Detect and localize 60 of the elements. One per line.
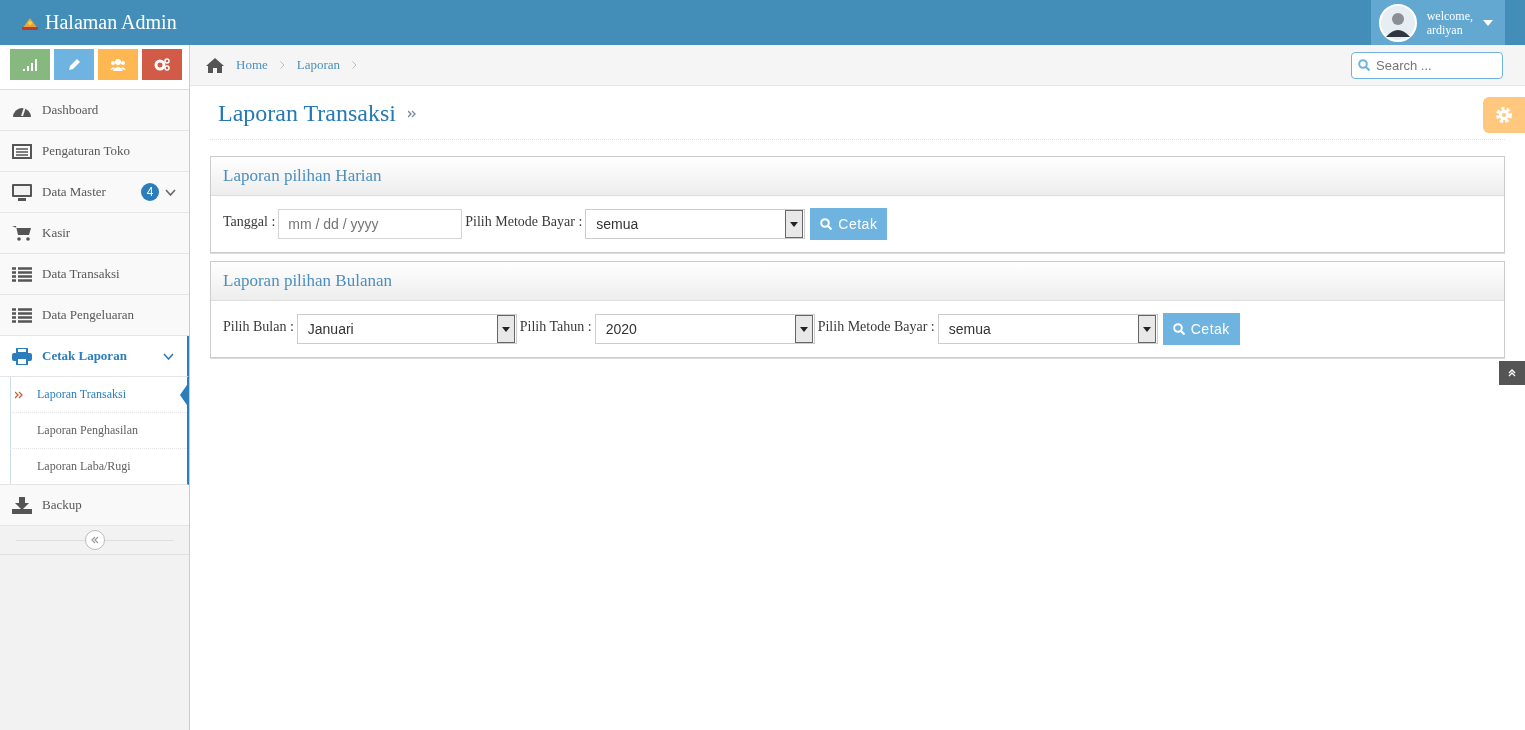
scroll-top-button[interactable]: [1499, 361, 1525, 385]
sidebar-item[interactable]: Pengaturan Toko: [0, 131, 189, 172]
collapse-button[interactable]: [84, 530, 105, 550]
signal-bars-icon: [23, 58, 37, 71]
panel-title: Laporan pilihan Bulanan: [223, 271, 392, 291]
search-icon: [1358, 58, 1370, 71]
shortcut-button[interactable]: [142, 49, 182, 80]
sidebar-item[interactable]: Kasir: [0, 213, 189, 254]
welcome-text: welcome,: [1426, 8, 1473, 23]
monitor-icon: [12, 183, 32, 201]
page-title: Laporan Transaksi: [218, 100, 396, 127]
sidebar-item[interactable]: Data Pengeluaran: [0, 295, 189, 336]
sidebar-item[interactable]: Dashboard: [0, 90, 189, 131]
field-label: Pilih Metode Bayar :: [817, 319, 935, 335]
sidebar-item[interactable]: Backup: [0, 485, 189, 526]
double-chevron-icon: [15, 390, 23, 399]
shortcut-button[interactable]: [98, 49, 138, 80]
list-card-icon: [12, 143, 32, 159]
user-name: ardiyan: [1426, 22, 1464, 37]
download-icon: [12, 496, 32, 514]
double-chevron-icon: [90, 536, 99, 544]
printer-icon: [12, 347, 32, 365]
sidebar-item[interactable]: Data Master 4: [0, 172, 189, 213]
list-icon: [12, 266, 32, 282]
shortcut-button[interactable]: [54, 49, 94, 80]
settings-button[interactable]: [1483, 97, 1525, 133]
select-dropdown[interactable]: semua: [585, 209, 806, 239]
select-dropdown[interactable]: Januari: [296, 314, 517, 344]
panel-title: Laporan pilihan Harian: [223, 166, 382, 186]
double-chevron-icon: [408, 109, 416, 118]
search-icon: [820, 218, 833, 230]
app-title: Halaman Admin: [45, 11, 177, 34]
chevron-icon: [352, 61, 358, 69]
search-icon: [1172, 323, 1185, 335]
submenu-item[interactable]: Laporan Laba/Rugi: [10, 449, 187, 484]
settings-icon: [1494, 105, 1514, 125]
field-label: Pilih Metode Bayar :: [465, 214, 583, 230]
gears-icon: [154, 58, 170, 71]
date-field[interactable]: mm / dd / yyyy: [278, 209, 463, 239]
field-label: Pilih Bulan :: [223, 319, 294, 335]
sidebar-item[interactable]: Data Transaksi: [0, 254, 189, 295]
caret-icon: [1483, 19, 1493, 26]
avatar-icon: [1378, 3, 1417, 42]
field-label: Pilih Tahun :: [519, 319, 592, 335]
select-dropdown[interactable]: 2020: [594, 314, 815, 344]
list-icon: [12, 307, 32, 323]
submenu-item[interactable]: Laporan Penghasilan: [10, 413, 187, 449]
pencil-icon: [67, 58, 81, 71]
cart-icon: [12, 225, 32, 241]
select-dropdown[interactable]: semua: [937, 314, 1158, 344]
sidebar-item[interactable]: Cetak Laporan: [0, 336, 189, 377]
field-label: Tanggal :: [223, 214, 276, 230]
submenu-item[interactable]: Laporan Transaksi: [10, 377, 187, 413]
home-icon: [206, 57, 224, 73]
search-field[interactable]: Search ...: [1351, 51, 1503, 79]
double-chevron-up-icon: [1508, 369, 1516, 377]
shortcut-button[interactable]: [10, 49, 50, 80]
users-icon: [110, 58, 126, 71]
chevron-icon: [279, 61, 285, 69]
count-badge: 4: [141, 183, 159, 201]
